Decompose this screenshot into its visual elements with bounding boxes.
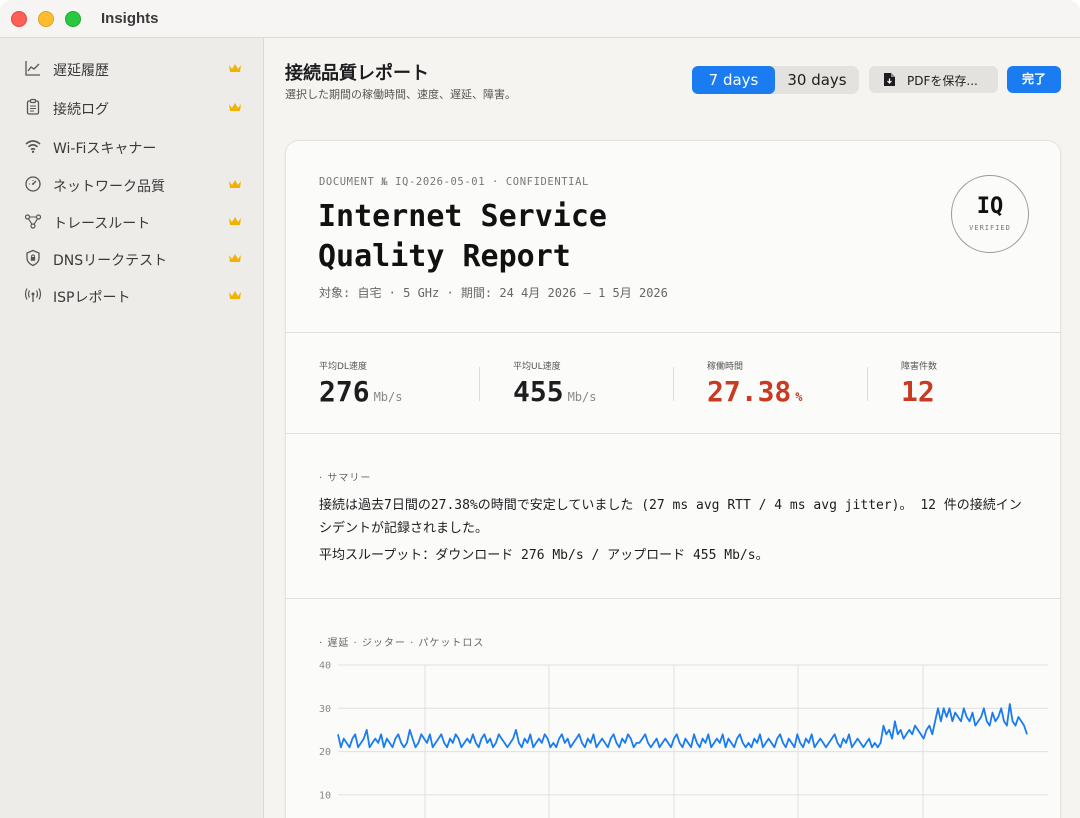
main-content: 接続品質レポート 選択した期間の稼働時間、速度、遅延、障害。 7 days 30… (265, 38, 1080, 818)
summary-paragraph-2: 平均スループット：ダウンロード 276 Mb/s / アップロード 455 Mb… (319, 548, 769, 563)
report-title: Internet Service Quality Report (318, 197, 738, 277)
report-title-line-1: Internet Service (318, 199, 607, 234)
section-divider (286, 598, 1060, 599)
sidebar-item-isp-report[interactable]: ISPレポート (12, 278, 252, 312)
stat-label-upload: 平均UL速度 (513, 362, 561, 372)
sidebar-item-label: 接続ログ (53, 102, 109, 118)
stat-value-upload: 455 Mb/s (513, 375, 597, 408)
y-tick-label: 40 (319, 661, 331, 672)
stat-value-outages: 12 (901, 375, 935, 408)
crown-icon (229, 254, 241, 262)
latency-series-line (337, 703, 1028, 749)
range-segmented-control: 7 days 30 days (692, 66, 859, 94)
gauge-icon (25, 176, 41, 192)
summary-text: 接続は過去7日間の27.38%の時間で安定していました (27 ms avg R… (319, 495, 1029, 573)
sidebar-item-latency-history[interactable]: 遅延履歴 (12, 51, 252, 85)
clipboard-icon (26, 98, 40, 115)
nodes-icon (24, 214, 42, 229)
close-window-button[interactable] (11, 11, 27, 27)
report-title-line-2: Quality Report (318, 239, 571, 274)
document-id: DOCUMENT № IQ-2026-05-01 · CONFIDENTIAL (319, 176, 589, 188)
seal-main-text: IQ (976, 194, 1004, 219)
line-chart-icon (25, 61, 40, 76)
sidebar-item-label: トレースルート (53, 216, 151, 232)
done-button[interactable]: 完了 (1007, 66, 1061, 93)
crown-icon (229, 217, 241, 225)
stat-value-download: 276 Mb/s (319, 375, 403, 408)
sidebar-item-label: 遅延履歴 (53, 63, 109, 79)
sidebar-item-label: Wi-Fiスキャナー (53, 141, 157, 157)
title-bar: Insights (0, 0, 1080, 38)
y-tick-label: 30 (319, 704, 331, 715)
app-window: Insights 遅延履歴 接続ログ Wi-Fiスキャナー ネットワーク品質 ト… (0, 0, 1080, 818)
sidebar-item-wifi-scanner[interactable]: Wi-Fiスキャナー (12, 129, 252, 163)
seal-sub-text: VERIFIED (969, 224, 1011, 232)
sidebar: 遅延履歴 接続ログ Wi-Fiスキャナー ネットワーク品質 トレースルート DN… (0, 38, 264, 818)
section-divider (286, 433, 1060, 434)
summary-paragraph-1: 接続は過去7日間の27.38%の時間で安定していました (27 ms avg R… (319, 498, 1022, 536)
crown-icon (229, 64, 241, 72)
save-pdf-label: PDFを保存... (907, 74, 978, 88)
sidebar-item-label: ISPレポート (53, 290, 131, 306)
sidebar-item-label: ネットワーク品質 (53, 179, 165, 195)
y-tick-label: 20 (319, 747, 331, 758)
stat-label-outages: 障害件数 (901, 362, 938, 372)
save-pdf-button[interactable]: PDFを保存... (869, 66, 998, 93)
stat-value-uptime: 27.38% (707, 375, 803, 408)
page-title: 接続品質レポート (285, 63, 429, 84)
document-icon (884, 73, 895, 86)
stat-separator (673, 367, 674, 401)
sidebar-item-label: DNSリークテスト (53, 253, 168, 269)
y-tick-label: 10 (319, 790, 331, 801)
stat-separator (479, 367, 480, 401)
report-card: DOCUMENT № IQ-2026-05-01 · CONFIDENTIAL … (285, 140, 1061, 818)
antenna-icon (24, 288, 42, 302)
range-7-days-button[interactable]: 7 days (692, 66, 775, 94)
chart-legend-label: · 遅延 · ジッター · パケットロス (319, 638, 485, 649)
wifi-icon (25, 140, 41, 153)
sidebar-item-network-quality[interactable]: ネットワーク品質 (12, 167, 252, 201)
report-meta: 対象: 自宅 · 5 GHz · 期間: 24 4月 2026 — 1 5月 2… (319, 286, 668, 300)
minimize-window-button[interactable] (38, 11, 54, 27)
stat-label-download: 平均DL速度 (319, 362, 367, 372)
stat-separator (867, 367, 868, 401)
sidebar-item-connection-log[interactable]: 接続ログ (12, 90, 252, 124)
zoom-window-button[interactable] (65, 11, 81, 27)
summary-label: · サマリー (319, 473, 372, 484)
range-30-days-button[interactable]: 30 days (775, 66, 859, 94)
sidebar-item-dns-leak-test[interactable]: DNSリークテスト (12, 241, 252, 275)
latency-chart: 40 30 20 10 (319, 661, 1048, 818)
crown-icon (229, 291, 241, 299)
sidebar-item-traceroute[interactable]: トレースルート (12, 204, 252, 238)
page-subtitle: 選択した期間の稼働時間、速度、遅延、障害。 (285, 88, 516, 101)
shield-icon (26, 249, 40, 267)
app-title: Insights (101, 10, 159, 27)
crown-icon (229, 180, 241, 188)
stat-label-uptime: 稼働時間 (707, 362, 744, 372)
section-divider (286, 332, 1060, 333)
verified-seal: IQ VERIFIED (951, 175, 1029, 253)
crown-icon (229, 103, 241, 111)
